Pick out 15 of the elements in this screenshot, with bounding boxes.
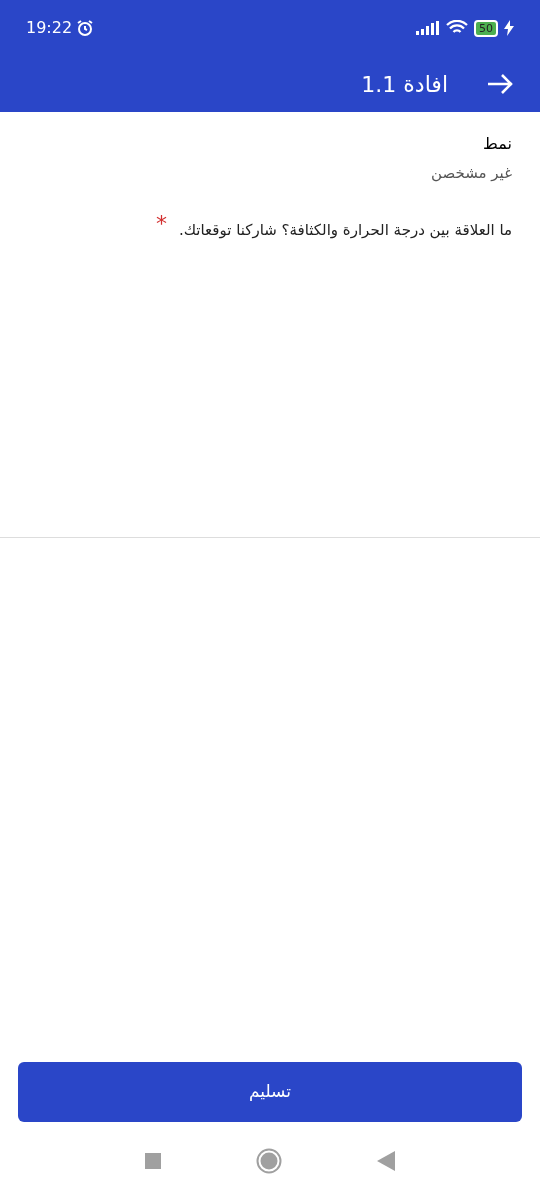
field-value: غير مشخصن: [430, 163, 512, 184]
submit-button[interactable]: تسليم: [18, 1062, 522, 1122]
arrow-icon[interactable]: [486, 72, 514, 96]
required-mark: *: [155, 212, 167, 235]
signal-icon: [416, 21, 440, 35]
charging-icon: [504, 20, 514, 36]
battery-indicator: 50: [474, 19, 498, 37]
home-icon[interactable]: [256, 1148, 282, 1174]
status-time: 19:22: [26, 17, 73, 39]
back-icon[interactable]: [377, 1151, 395, 1171]
wifi-icon: [446, 20, 468, 36]
field-label: نمط: [482, 133, 512, 155]
alarm-icon: [76, 19, 95, 37]
question-text: ما العلاقة بين درجة الحرارة والكثافة؟ شاركنا توقعاتك.: [178, 219, 512, 241]
screen-title: افادة 1.1: [361, 70, 448, 99]
